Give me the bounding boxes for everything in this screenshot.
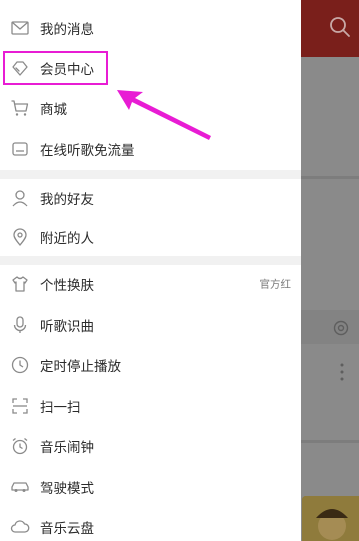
menu-item-label: 定时停止播放 [40, 359, 121, 375]
tshirt-icon [10, 274, 30, 294]
menu-item-song-recognition[interactable]: 听歌识曲 [0, 305, 301, 345]
cart-icon [10, 98, 30, 118]
menu-item-label: 扫一扫 [40, 400, 81, 416]
location-pin-icon [10, 227, 30, 247]
alarm-clock-icon [10, 436, 30, 456]
menu-item-music-alarm[interactable]: 音乐闹钟 [0, 426, 301, 466]
menu-item-label: 驾驶模式 [40, 481, 94, 497]
menu-item-label: 在线听歌免流量 [40, 143, 135, 159]
sim-card-icon [10, 139, 30, 159]
more-vertical-icon [339, 362, 345, 382]
microphone-icon [10, 315, 30, 335]
scan-icon [10, 396, 30, 416]
highlight-annotation-box [3, 51, 108, 85]
menu-item-scan[interactable]: 扫一扫 [0, 386, 301, 426]
cloud-icon [10, 517, 30, 537]
car-icon [10, 477, 30, 497]
menu-item-label: 听歌识曲 [40, 319, 94, 335]
menu-item-label: 商城 [40, 102, 67, 118]
current-theme-value: 官方红 [259, 278, 292, 291]
menu-item-label: 我的消息 [40, 22, 94, 38]
mail-icon [10, 18, 30, 38]
clock-icon [10, 355, 30, 375]
menu-item-music-cloud[interactable]: 音乐云盘 [0, 507, 301, 541]
menu-item-my-friends[interactable]: 我的好友 [0, 178, 301, 218]
menu-item-driving-mode[interactable]: 驾驶模式 [0, 467, 301, 507]
menu-item-label: 音乐闹钟 [40, 440, 94, 456]
menu-item-label: 个性换肤 [40, 278, 94, 294]
annotation-arrow-icon [117, 90, 211, 140]
menu-item-sleep-timer[interactable]: 定时停止播放 [0, 345, 301, 385]
menu-item-themes[interactable]: 个性换肤 官方红 [0, 264, 301, 304]
navigation-drawer: 我的消息 会员中心 商城 在线听歌免流量 我的好友 附近的人 个性换肤 官方红 … [0, 0, 301, 541]
menu-item-my-messages[interactable]: 我的消息 [0, 8, 301, 48]
avatar [302, 496, 359, 541]
person-icon [10, 188, 30, 208]
gear-icon [331, 318, 351, 338]
search-icon [329, 16, 351, 38]
menu-item-label: 音乐云盘 [40, 521, 94, 537]
menu-item-label: 我的好友 [40, 192, 94, 208]
menu-item-nearby-people[interactable]: 附近的人 [0, 217, 301, 257]
menu-item-label: 附近的人 [40, 231, 94, 247]
